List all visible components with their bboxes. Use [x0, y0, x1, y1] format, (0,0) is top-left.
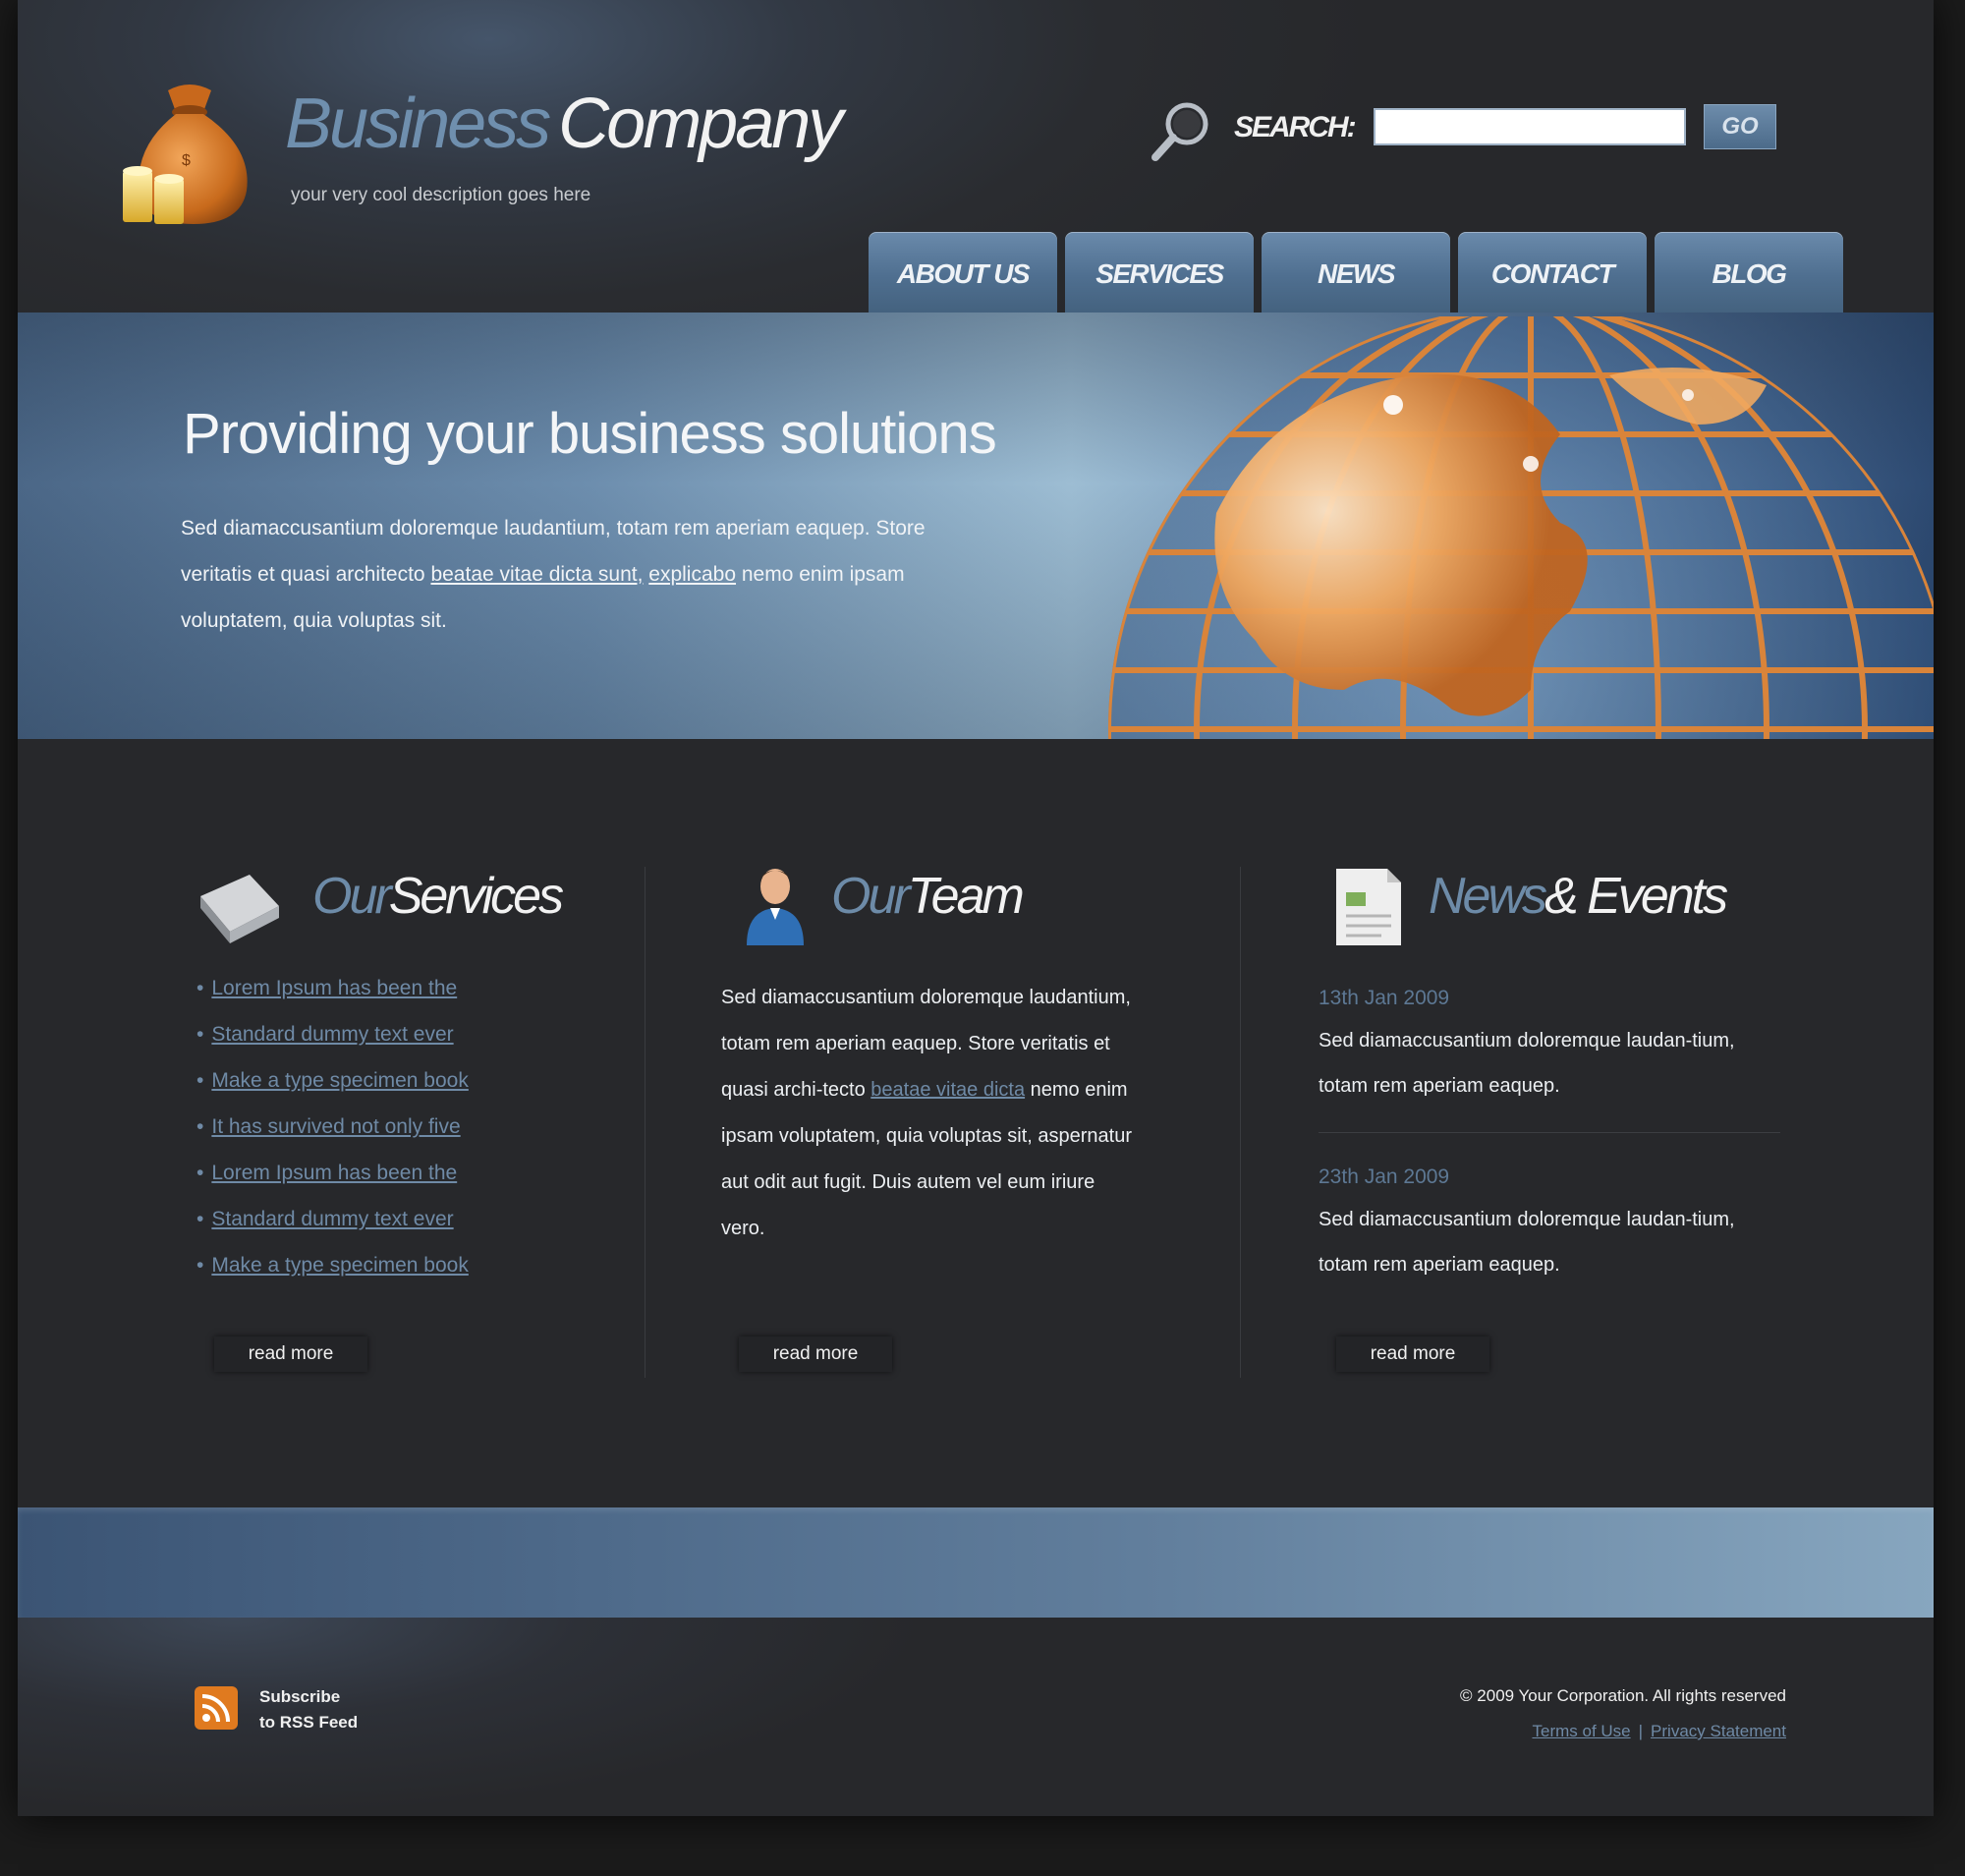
tab-services[interactable]: SERVICES — [1065, 232, 1254, 313]
privacy-link[interactable]: Privacy Statement — [1651, 1722, 1786, 1740]
column-divider — [1240, 867, 1241, 1378]
search-label: SEARCH: — [1234, 111, 1357, 143]
tab-about-us[interactable]: ABOUT US — [869, 232, 1057, 313]
service-link-5[interactable]: Lorem Ipsum has been the — [211, 1162, 457, 1184]
service-link-4[interactable]: It has survived not only five — [211, 1115, 460, 1138]
news-read-more-button[interactable]: read more — [1336, 1336, 1489, 1372]
tagline: your very cool description goes here — [291, 185, 591, 205]
rss-subscribe-link[interactable]: Subscribe to RSS Feed — [259, 1684, 358, 1735]
rss-line-1: Subscribe — [259, 1687, 341, 1706]
column-divider — [645, 867, 646, 1378]
team-read-more-button[interactable]: read more — [739, 1336, 892, 1372]
magnifier-icon — [1151, 102, 1208, 161]
tab-contact[interactable]: CONTACT — [1458, 232, 1647, 313]
bullet: • — [196, 1208, 204, 1230]
hero-banner: Providing your business solutions Sed di… — [18, 313, 1934, 739]
team-heading: OurTeam — [831, 867, 1025, 926]
bullet: • — [196, 1162, 204, 1184]
bullet: • — [196, 1023, 204, 1046]
services-heading-word-1: Our — [312, 868, 392, 925]
team-heading-word-2: Team — [907, 868, 1025, 925]
service-link-1[interactable]: Lorem Ipsum has been the — [211, 977, 457, 999]
list-item: • It has survived not only five — [196, 1115, 469, 1162]
bullet: • — [196, 1254, 204, 1277]
search-input[interactable] — [1374, 108, 1686, 145]
brand-word-2: Company — [558, 85, 843, 163]
tab-blog[interactable]: BLOG — [1655, 232, 1843, 313]
news-separator — [1319, 1132, 1780, 1133]
bullet: • — [196, 1115, 204, 1138]
content-area: OurServices • Lorem Ipsum has been the • S… — [18, 739, 1934, 1507]
brand-logo[interactable]: Business Company — [285, 88, 843, 159]
news-heading-word-2: & Events — [1544, 868, 1728, 925]
news-heading: News& Events — [1429, 867, 1728, 926]
team-text: Sed diamaccusantium doloremque laudantiu… — [721, 975, 1144, 1252]
rss-icon[interactable] — [195, 1686, 238, 1730]
service-link-6[interactable]: Standard dummy text ever — [211, 1208, 453, 1230]
news-date-1: 13th Jan 2009 — [1319, 987, 1450, 1009]
team-link[interactable]: beatae vitae dicta — [870, 1079, 1025, 1101]
hero-link-1[interactable]: beatae vitae dicta sunt, — [430, 563, 643, 586]
list-item: • Standard dummy text ever — [196, 1208, 469, 1254]
hero-text: Sed diamaccusantium doloremque laudantiu… — [181, 505, 927, 644]
footer-link-separator: | — [1638, 1722, 1644, 1740]
header: $ Business Company your very cool descrip… — [18, 0, 1934, 313]
news-text-2: Sed diamaccusantium doloremque laudan-ti… — [1319, 1209, 1735, 1276]
service-link-7[interactable]: Make a type specimen book — [211, 1254, 468, 1277]
team-text-part2: nemo enim ipsam voluptatem, quia volupta… — [721, 1079, 1132, 1239]
news-heading-word-1: News — [1429, 868, 1547, 925]
bullet: • — [196, 977, 204, 999]
brand-word-1: Business — [285, 85, 551, 163]
team-heading-word-1: Our — [831, 868, 911, 925]
footer-links: Terms of Use | Privacy Statement — [1532, 1722, 1786, 1741]
rss-line-2: to RSS Feed — [259, 1713, 359, 1732]
list-item: • Make a type specimen book — [196, 1254, 469, 1300]
news-text-1: Sed diamaccusantium doloremque laudan-ti… — [1319, 1030, 1735, 1097]
service-link-3[interactable]: Make a type specimen book — [211, 1069, 468, 1092]
list-item: • Standard dummy text ever — [196, 1023, 469, 1069]
news-date-2: 23th Jan 2009 — [1319, 1165, 1450, 1188]
list-item: • Lorem Ipsum has been the — [196, 1162, 469, 1208]
person-icon — [747, 869, 804, 945]
services-heading: OurServices — [312, 867, 564, 926]
money-bag-icon: $ — [123, 85, 248, 224]
list-item: • Lorem Ipsum has been the — [196, 977, 469, 1023]
main-nav: ABOUT US SERVICES NEWS CONTACT BLOG — [869, 232, 1843, 313]
hero-link-2[interactable]: explicabo — [648, 563, 736, 586]
terms-link[interactable]: Terms of Use — [1532, 1722, 1630, 1740]
globe-image — [1108, 316, 1934, 739]
footer: Subscribe to RSS Feed © 2009 Your Corpor… — [18, 1618, 1934, 1816]
services-heading-word-2: Services — [388, 868, 564, 925]
copyright: © 2009 Your Corporation. All rights rese… — [1460, 1686, 1786, 1705]
tab-news[interactable]: NEWS — [1262, 232, 1450, 313]
go-button[interactable]: GO — [1704, 104, 1776, 149]
list-item: • Make a type specimen book — [196, 1069, 469, 1115]
service-link-2[interactable]: Standard dummy text ever — [211, 1023, 453, 1046]
svg-text:$: $ — [182, 152, 191, 169]
document-icon — [1336, 869, 1401, 945]
book-icon — [200, 875, 279, 943]
decorative-band — [18, 1507, 1934, 1618]
bullet: • — [196, 1069, 204, 1092]
hero-title: Providing your business solutions — [183, 402, 997, 466]
services-read-more-button[interactable]: read more — [214, 1336, 367, 1372]
page: $ Business Company your very cool descrip… — [18, 0, 1934, 1816]
services-list: • Lorem Ipsum has been the • Standard dumm… — [196, 977, 469, 1300]
